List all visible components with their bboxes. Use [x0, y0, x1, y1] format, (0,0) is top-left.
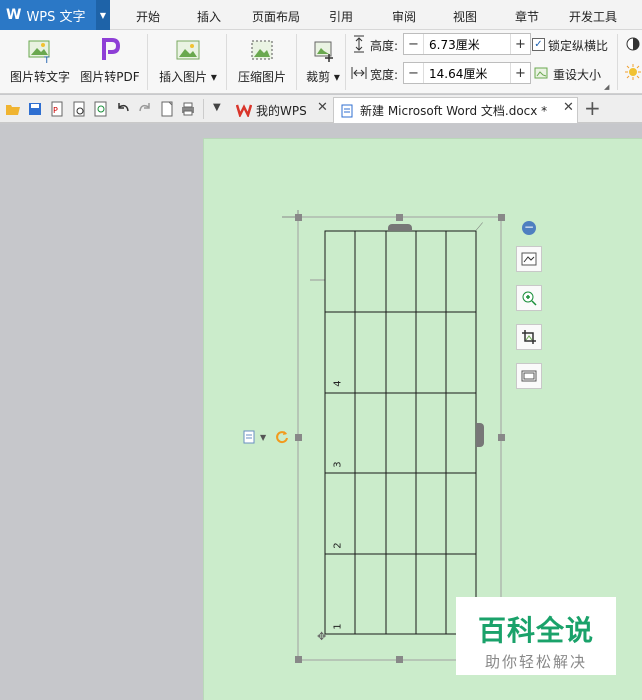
- crop-picture-button[interactable]: [516, 324, 542, 350]
- rotate-icon[interactable]: [274, 429, 290, 445]
- row-label: 3: [332, 461, 344, 468]
- corner-grip-icon[interactable]: ⟋: [476, 222, 483, 233]
- zoom-in-icon: [522, 291, 537, 306]
- row-label: 2: [332, 542, 344, 549]
- watermark-subtitle: 助你轻松解决: [484, 653, 587, 671]
- watermark: 百科全说 助你轻松解决: [456, 597, 616, 675]
- resize-handle-right[interactable]: [498, 434, 505, 441]
- resize-handle-bottom[interactable]: [396, 656, 403, 663]
- picture-border-button[interactable]: [516, 363, 542, 389]
- resize-handle-top-right[interactable]: [498, 214, 505, 221]
- row-label: 4: [332, 380, 344, 387]
- resize-handle-top-left[interactable]: [295, 214, 302, 221]
- resize-handle-bottom-left[interactable]: [295, 656, 302, 663]
- layout-options-icon[interactable]: [242, 430, 256, 444]
- collapse-toolbar-icon[interactable]: −: [522, 221, 536, 235]
- picture-style-button[interactable]: [516, 246, 542, 272]
- watermark-title: 百科全说: [477, 614, 594, 647]
- border-icon: [521, 370, 537, 382]
- resize-handle-top[interactable]: [396, 214, 403, 221]
- crop-grip-right[interactable]: [476, 423, 484, 447]
- move-anchor-icon[interactable]: ✥: [317, 630, 326, 643]
- table-picture[interactable]: [0, 0, 642, 700]
- zoom-in-button[interactable]: [516, 285, 542, 311]
- crop-icon: [522, 330, 536, 344]
- picture-style-icon: [521, 252, 537, 266]
- layout-dropdown-icon[interactable]: ▼: [260, 433, 266, 442]
- resize-handle-left[interactable]: [295, 434, 302, 441]
- row-label: 1: [332, 623, 344, 630]
- crop-grip-top[interactable]: [388, 224, 412, 231]
